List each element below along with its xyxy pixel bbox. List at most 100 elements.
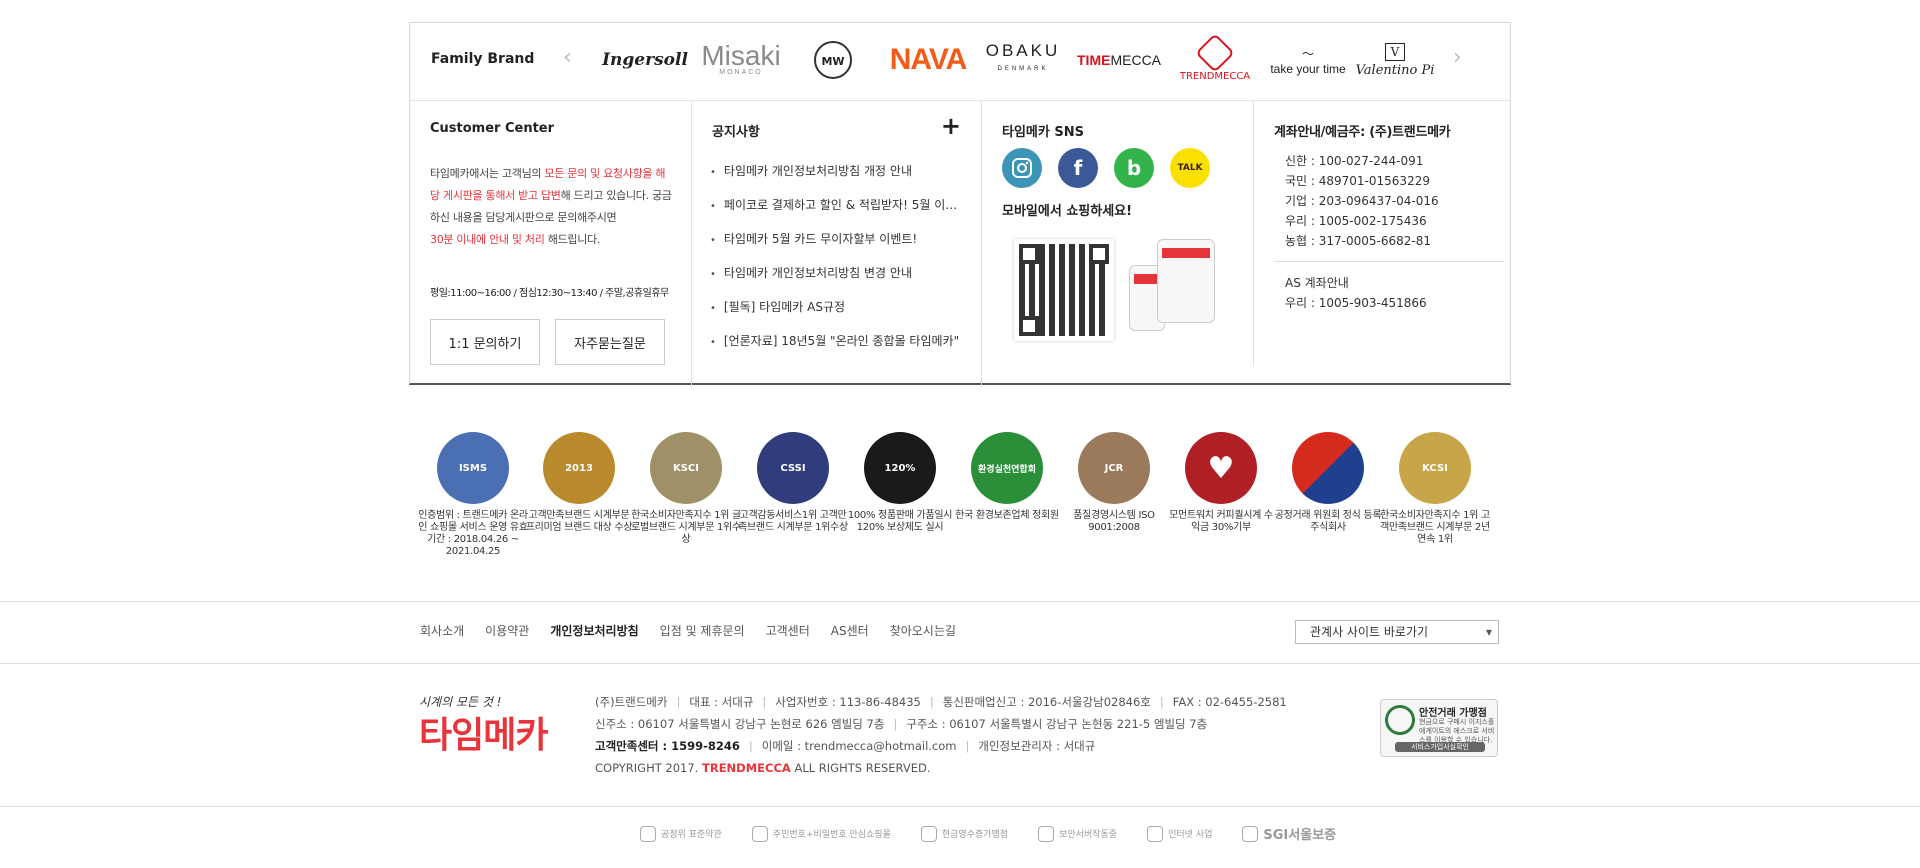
brand-logo-ingersoll[interactable]: Ingersoll [602,37,688,83]
notice-item[interactable]: [언론자료] 18년5월 "온라인 종합몰 타임메카" [710,325,965,359]
qr-finder [1089,244,1109,264]
band-icon[interactable]: b [1114,148,1154,188]
footer-link-customer-center[interactable]: 고객센터 [766,622,810,639]
company-info-line-3: 고객만족센터 : 1599-8246 | 이메일 : trendmecca@hotm… [595,739,1096,753]
trendmecca-shield-icon [1195,32,1235,73]
inquiry-button[interactable]: 1:1 문의하기 [430,319,540,365]
award-badge-icon: 2013 [543,432,615,504]
sns-section: 타임메카 SNS f b TALK 모바일에서 쇼핑하세요! [982,101,1254,386]
kcsi-badge-icon: KCSI [1399,432,1471,504]
kakaotalk-icon[interactable]: TALK [1170,148,1210,188]
sns-title: 타임메카 SNS [1002,125,1084,140]
faq-button[interactable]: 자주묻는질문 [555,319,665,365]
escrow-text: 현금으로 구매시 이지스홀에게이트의 에스크로 서비스를 이용할 수 있습니다. [1419,718,1495,744]
brand-logo-mw[interactable]: MW [810,37,856,83]
notice-item[interactable]: 페이코로 결제하고 할인 & 적립받자! 5월 이벤트 [710,189,965,223]
cert-cssi: CSSI 고객감동서비스1위 고객만족브랜드 시계부문 1위수상 [738,432,848,534]
qr-finder [1019,244,1039,264]
jcr-badge-icon: JCR [1078,432,1150,504]
brand-logo-nava[interactable]: NAVA [889,37,968,83]
notice-more-plus-icon[interactable]: + [941,114,961,138]
brand-next-arrow-icon[interactable]: › [1453,45,1462,70]
bank-item: 우리 : 1005-002-175436 [1285,214,1427,228]
company-info: (주)트랜드메카 | 대표 : 서대규 | 사업자번호 : 113-86-48435 | 통… [595,691,1287,779]
divider [0,663,1920,664]
qr-code[interactable] [1014,239,1114,341]
brand-logo-take-your-time[interactable]: 〜 take your time [1270,37,1346,83]
brand-logo-misaki[interactable]: Misaki MONACO [699,37,783,83]
heart-badge-icon: ♥ [1185,432,1257,504]
account-title: 계좌안내/예금주: (주)트랜드메카 [1274,125,1451,140]
customer-center: Customer Center 타임메카에서는 고객님의 모든 문의 및 요청사… [410,101,692,386]
facebook-icon[interactable]: f [1058,148,1098,188]
affiliate-site-select[interactable]: 관계사 사이트 바로가기 [1295,620,1499,644]
ksci-badge-icon: KSCI [650,432,722,504]
cert-kcsi: KCSI 한국소비자만족지수 1위 고객만족브랜드 시계부문 2년연속 1위 [1380,432,1490,546]
eye-icon [640,825,656,842]
isms-badge-icon: ISMS [437,432,509,504]
premium-badge-icon: 120% [864,432,936,504]
bank-item: 신한 : 100-027-244-091 [1285,154,1424,168]
cert-premium-120: 120% 100% 정품판매 가품일시 120% 보상제도 실시 [845,432,955,534]
footer-link-as-center[interactable]: AS센터 [831,622,869,639]
brand-logo-trendmecca[interactable]: TRENDMECCA [1174,32,1256,83]
notice-item[interactable]: 타임메카 5월 카드 무이자할부 이벤트! [710,223,965,257]
mobile-shopping-text: 모바일에서 쇼핑하세요! [1002,204,1133,219]
as-account-value: 우리 : 1005-903-451866 [1285,296,1427,310]
customer-center-text: 타임메카에서는 고객님의 모든 문의 및 요청사항을 해당 게시판을 통해서 받… [430,167,672,246]
bank-list: 신한 : 100-027-244-091 국민 : 489701-0156322… [1285,151,1439,251]
certification-badges: ISMS 인증범위 : 트랜드메카 온라인 쇼핑몰 서비스 운영 유효기간 : 2… [418,432,1508,562]
cssi-badge-icon: CSSI [757,432,829,504]
notice-item[interactable]: 타임메카 개인정보처리방침 변경 안내 [710,257,965,291]
divider [0,806,1920,807]
company-info-line-2: 신주소 : 06107 서울특별시 강남구 논현로 626 엠빌딩 7층 | 구주소… [595,717,1208,731]
cert-jcr: JCR 품질경영시스템 ISO 9001:2008 [1059,432,1169,534]
footer-link-privacy[interactable]: 개인정보처리방침 [550,622,638,639]
receipt-icon [920,825,937,842]
divider [0,601,1920,602]
account-section: 계좌안내/예금주: (주)트랜드메카 신한 : 100-027-244-091 … [1254,101,1512,386]
footer-link-directions[interactable]: 찾아오시는길 [890,622,956,639]
customer-center-hours: 평일:11:00~16:00 / 점심12:30~13:40 / 주말,공휴일휴… [430,288,669,299]
company-info-line-1: (주)트랜드메카 | 대표 : 서대규 | 사업자번호 : 113-86-48435 | 통… [595,695,1287,709]
environment-badge-icon: 환경실천연합회 [971,432,1043,504]
timemecca-logo[interactable]: 타임메카 [419,706,548,758]
cert-environment: 환경실천연합회 한국 환경보존업체 정회원 [952,432,1062,522]
notice-section: 공지사항 + 타임메카 개인정보처리방침 개정 안내 페이코로 결제하고 할인 … [692,101,982,386]
phone-image [1157,239,1215,323]
mark-sgi: SGI서울보증 [1242,824,1336,843]
escrow-badge[interactable]: 안전거래 가맹점 현금으로 구매시 이지스홀에게이트의 에스크로 서비스를 이용… [1380,699,1498,757]
escrow-confirm-button[interactable]: 서비스가입사실확인 [1395,742,1485,752]
brand-prev-arrow-icon[interactable]: ‹ [563,45,572,70]
brand-logo-timemecca[interactable]: TIME MECCA [1077,37,1161,83]
customer-center-title: Customer Center [430,121,555,136]
footer-link-terms[interactable]: 이용약관 [485,622,529,639]
phone-screen-bar [1162,248,1210,258]
brand-logo-obaku[interactable]: OBAKU DENMARK [986,37,1058,83]
footer-link-about[interactable]: 회사소개 [420,622,464,639]
divider [1274,261,1504,262]
footer-link-partnership[interactable]: 입점 및 제휴문의 [660,622,745,639]
trust-marks: 공정위 표준약관 주민번호+비밀번호 안심쇼핑몰 현금영수증가맹점 보안서버작동… [640,824,1366,843]
family-brand-row: Family Brand ‹ Ingersoll Misaki MONACO MW… [410,23,1510,101]
notice-title: 공지사항 [712,125,760,140]
instagram-icon[interactable] [1002,148,1042,188]
cert-ksci: KSCI 한국소비자만족지수 1위 글로벌브랜드 시계부문 1위수상 [631,432,741,546]
notice-item[interactable]: 타임메카 개인정보처리방침 개정 안내 [710,155,965,189]
bank-item: 국민 : 489701-01563229 [1285,174,1430,188]
mark-secure-server: 보안서버작동중 [1038,825,1117,842]
bank-item: 농협 : 317-0005-6682-81 [1285,234,1431,248]
qr-finder [1019,316,1039,336]
cert-ftc: 공정거래 위원회 정식 등록 주식회사 [1273,432,1383,534]
bank-item: 기업 : 203-096437-04-016 [1285,194,1439,208]
mark-internet-business: 인터넷 사업 [1147,825,1212,842]
escrow-seal-icon [1385,705,1415,735]
notice-item[interactable]: [필독] 타임메카 AS규정 [710,291,965,325]
sgi-icon [1242,825,1259,842]
cert-brand-award: 2013 고객만족브랜드 시계부문 프리미엄 브랜드 대상 수상 [524,432,634,534]
escrow-title: 안전거래 가맹점 [1419,708,1487,719]
brand-logo-valentino[interactable]: V Valentino Pi [1356,37,1434,83]
notice-list: 타임메카 개인정보처리방침 개정 안내 페이코로 결제하고 할인 & 적립받자!… [710,155,965,359]
shield-icon [1038,825,1055,842]
copyright: COPYRIGHT 2017. TRENDMECCA ALL RIGHTS RE… [595,761,931,775]
